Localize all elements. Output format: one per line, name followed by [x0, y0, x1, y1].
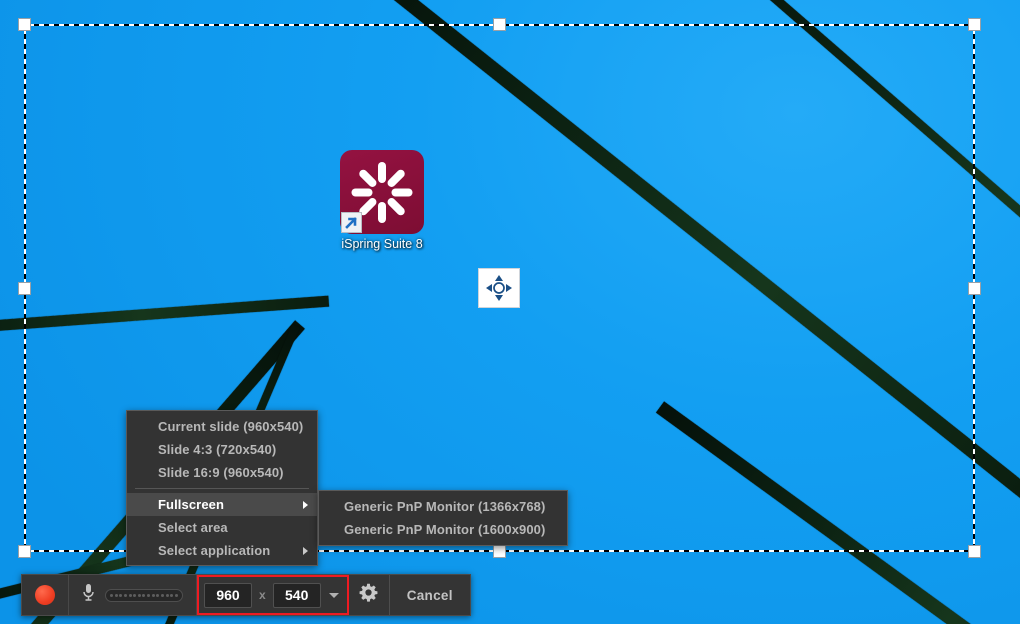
ispring-icon-tile: [340, 150, 424, 234]
shortcut-arrow-icon: [341, 212, 362, 233]
move-selection-handle[interactable]: [478, 268, 520, 308]
capture-height-input[interactable]: 540: [272, 582, 321, 608]
settings-button[interactable]: [349, 575, 390, 615]
wallpaper-stem: [0, 295, 330, 341]
capture-mode-context-menu[interactable]: Current slide (960x540) Slide 4:3 (720x5…: [126, 410, 318, 566]
gear-icon: [359, 583, 378, 607]
size-separator-label: x: [259, 588, 266, 602]
resize-handle-top-right[interactable]: [968, 18, 981, 31]
resize-handle-bottom-left[interactable]: [18, 545, 31, 558]
menu-item-slide-4-3[interactable]: Slide 4:3 (720x540): [127, 438, 317, 461]
microphone-control[interactable]: [69, 575, 197, 615]
submenu-item-monitor-1600x900[interactable]: Generic PnP Monitor (1600x900): [319, 518, 567, 541]
fullscreen-monitor-submenu[interactable]: Generic PnP Monitor (1366x768) Generic P…: [318, 490, 568, 546]
capture-width-input[interactable]: 960: [204, 582, 252, 608]
menu-item-select-area[interactable]: Select area: [127, 516, 317, 539]
desktop-icon-label: iSpring Suite 8: [341, 237, 423, 251]
recorder-toolbar: 960 x 540 Cancel: [21, 574, 471, 616]
menu-item-select-application[interactable]: Select application: [127, 539, 317, 562]
menu-item-fullscreen-label: Fullscreen: [158, 497, 225, 512]
record-button[interactable]: [22, 575, 69, 615]
resize-handle-top-left[interactable]: [18, 18, 31, 31]
screen-root: iSpring Suite 8 Current slide (960x540) …: [0, 0, 1020, 624]
chevron-down-icon[interactable]: [328, 592, 339, 598]
resize-handle-bottom-right[interactable]: [968, 545, 981, 558]
menu-separator: [135, 488, 309, 489]
record-icon: [35, 585, 55, 605]
menu-item-slide-16-9[interactable]: Slide 16:9 (960x540): [127, 461, 317, 484]
resize-handle-top-center[interactable]: [493, 18, 506, 31]
resize-handle-bottom-center[interactable]: [493, 545, 506, 558]
submenu-item-monitor-1366x768[interactable]: Generic PnP Monitor (1366x768): [319, 495, 567, 518]
capture-size-group[interactable]: 960 x 540: [197, 575, 349, 615]
menu-item-select-application-label: Select application: [158, 543, 271, 558]
cancel-button[interactable]: Cancel: [390, 575, 470, 615]
wallpaper-stem: [687, 0, 1020, 388]
submenu-arrow-icon: [303, 500, 308, 509]
menu-item-current-slide[interactable]: Current slide (960x540): [127, 415, 317, 438]
resize-handle-middle-right[interactable]: [968, 282, 981, 295]
microphone-icon: [82, 583, 95, 607]
menu-item-fullscreen[interactable]: Fullscreen: [127, 493, 317, 516]
submenu-arrow-icon: [303, 546, 308, 555]
microphone-level-meter: [105, 588, 183, 602]
desktop-icon-ispring-suite-8[interactable]: iSpring Suite 8: [340, 150, 424, 251]
resize-handle-middle-left[interactable]: [18, 282, 31, 295]
wallpaper-stem: [335, 0, 1020, 514]
